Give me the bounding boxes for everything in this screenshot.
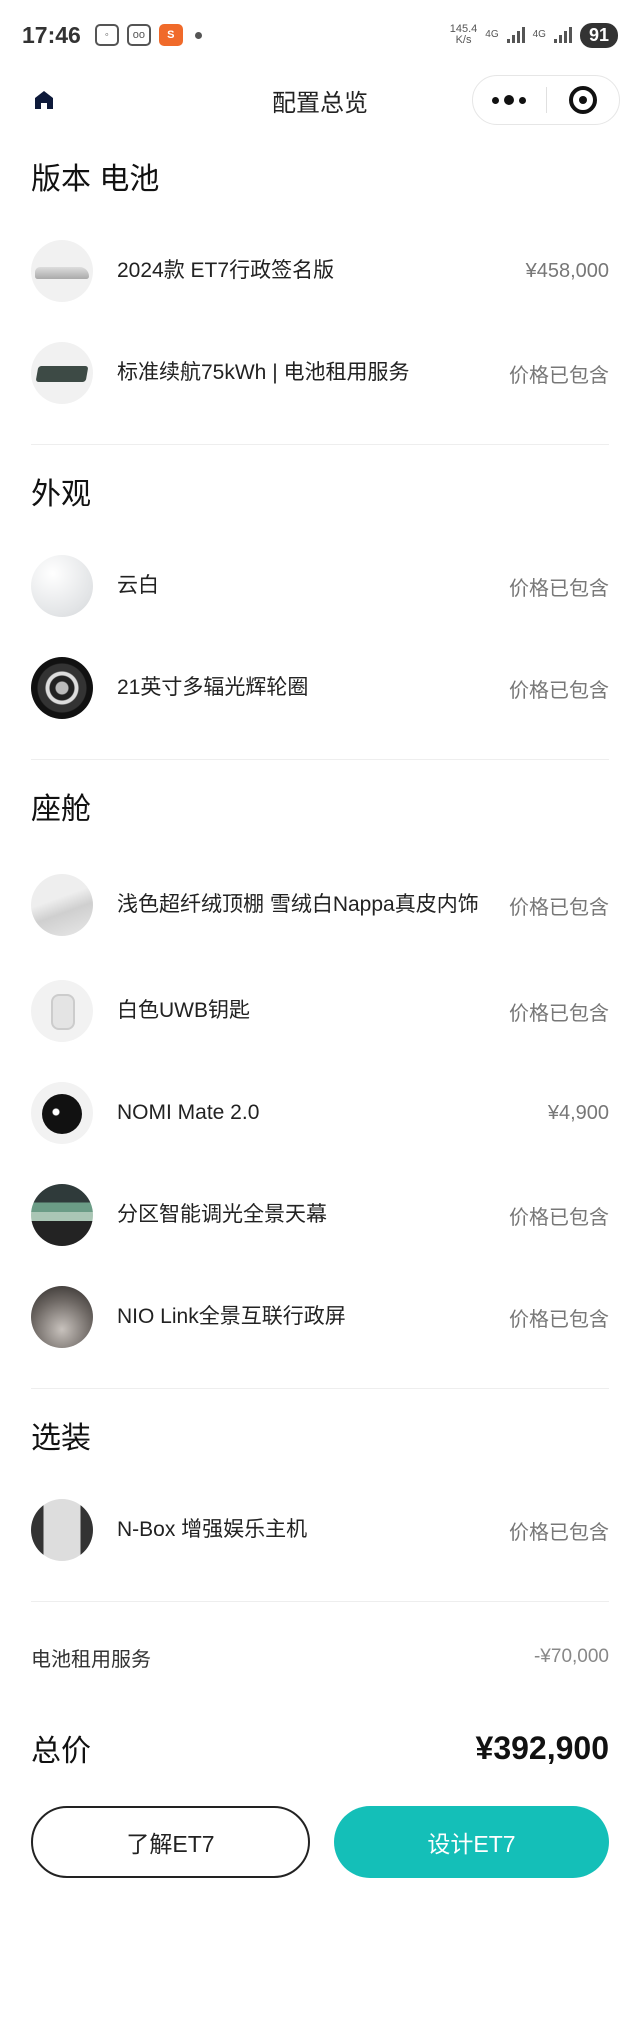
item-name: 21英寸多辐光辉轮圈: [117, 676, 309, 699]
section-title: 版本 电池: [31, 163, 160, 196]
interior-thumbnail: [31, 874, 93, 936]
battery-thumbnail: [31, 342, 93, 404]
section-title: 座舱: [31, 793, 91, 826]
section-version-battery: 版本 电池 2024款 ET7行政签名版 ¥458,000 标准续航75kWh …: [31, 130, 609, 445]
item-price: 价格已包含: [509, 896, 609, 919]
item-name: 分区智能调光全景天幕: [117, 1203, 327, 1226]
mini-program-capsule: [472, 75, 620, 125]
status-notification-icons: ◦ oo S: [94, 24, 202, 46]
rental-value: -¥70,000: [533, 1646, 609, 1667]
item-price: 价格已包含: [509, 1521, 609, 1544]
item-price: 价格已包含: [509, 364, 609, 387]
item-price: 价格已包含: [509, 679, 609, 702]
wheel-thumbnail: [31, 657, 93, 719]
item-name: 白色UWB钥匙: [117, 999, 250, 1022]
nbox-thumbnail: [31, 1499, 93, 1561]
item-price: 价格已包含: [509, 1308, 609, 1331]
scan-icon: ◦: [94, 24, 119, 46]
close-capsule-icon: [568, 86, 597, 114]
car-thumbnail: [31, 240, 93, 302]
list-item: NOMI Mate 2.0 ¥4,900: [31, 1062, 609, 1164]
status-time: 17:46: [22, 21, 81, 48]
status-right-group: 145.4 K/s 4G 4G 91: [449, 22, 618, 48]
item-name: NIO Link全景互联行政屏: [117, 1305, 346, 1328]
signal-bars-icon-2: [553, 27, 572, 43]
section-title: 选装: [31, 1422, 91, 1455]
more-menu-button[interactable]: [473, 76, 546, 124]
item-price: ¥458,000: [525, 259, 609, 282]
total-value: ¥392,900: [475, 1729, 609, 1766]
total-label: 总价: [31, 1735, 91, 1768]
voicemail-icon: oo: [126, 24, 151, 46]
list-item: 云白 价格已包含: [31, 535, 609, 637]
item-price: ¥4,900: [547, 1101, 609, 1124]
more-notifications-dot-icon: [194, 31, 202, 39]
config-overview: 版本 电池 2024款 ET7行政签名版 ¥458,000 标准续航75kWh …: [0, 130, 640, 1794]
list-item: 标准续航75kWh | 电池租用服务 价格已包含: [31, 322, 609, 424]
item-name: N-Box 增强娱乐主机: [117, 1518, 308, 1541]
close-button[interactable]: [547, 76, 620, 124]
item-price: 价格已包含: [509, 1002, 609, 1025]
home-button[interactable]: [30, 86, 58, 114]
app-notification-icon: S: [158, 24, 183, 46]
design-et7-button[interactable]: 设计ET7: [334, 1806, 609, 1878]
section-cabin: 座舱 浅色超纤绒顶棚 雪绒白Nappa真皮内饰 价格已包含 白色UWB钥匙 价格…: [31, 760, 609, 1389]
total-price-row: 总价 ¥392,900: [31, 1702, 609, 1794]
list-item: 浅色超纤绒顶棚 雪绒白Nappa真皮内饰 价格已包含: [31, 850, 609, 960]
item-price: 价格已包含: [509, 1206, 609, 1229]
rental-label: 电池租用服务: [31, 1648, 151, 1671]
network-speed: 145.4 K/s: [449, 23, 478, 46]
list-item: 分区智能调光全景天幕 价格已包含: [31, 1164, 609, 1266]
list-item: NIO Link全景互联行政屏 价格已包含: [31, 1266, 609, 1368]
item-name: 浅色超纤绒顶棚 雪绒白Nappa真皮内饰: [117, 893, 479, 916]
network-type-2: 4G: [532, 29, 546, 40]
status-bar: 17:46 ◦ oo S 145.4 K/s 4G 4G 91: [0, 0, 640, 70]
list-item: 白色UWB钥匙 价格已包含: [31, 960, 609, 1062]
section-title: 外观: [31, 478, 91, 511]
nav-bar: 配置总览: [0, 70, 640, 130]
signal-bars-icon: [506, 27, 525, 43]
list-item: 21英寸多辐光辉轮圈 价格已包含: [31, 637, 609, 739]
nomi-thumbnail: [31, 1082, 93, 1144]
item-price: 价格已包含: [509, 577, 609, 600]
more-dots-icon: [492, 96, 500, 104]
item-name: 2024款 ET7行政签名版: [117, 259, 335, 282]
white-paint-thumbnail: [31, 555, 93, 617]
item-name: 标准续航75kWh | 电池租用服务: [117, 361, 410, 384]
item-name: NOMI Mate 2.0: [117, 1101, 260, 1124]
item-name: 云白: [117, 574, 159, 597]
key-thumbnail: [31, 980, 93, 1042]
learn-et7-button[interactable]: 了解ET7: [31, 1806, 310, 1878]
network-type-1: 4G: [485, 29, 499, 40]
list-item: 2024款 ET7行政签名版 ¥458,000: [31, 220, 609, 322]
battery-level: 91: [579, 22, 618, 48]
section-options: 选装 N-Box 增强娱乐主机 价格已包含: [31, 1389, 609, 1602]
section-exterior: 外观 云白 价格已包含 21英寸多辐光辉轮圈 价格已包含: [31, 445, 609, 760]
home-icon: [35, 91, 53, 109]
screen-thumbnail: [31, 1286, 93, 1348]
list-item: N-Box 增强娱乐主机 价格已包含: [31, 1479, 609, 1581]
bottom-action-bar: 了解ET7 设计ET7: [0, 1806, 640, 1878]
sky-roof-thumbnail: [31, 1184, 93, 1246]
battery-rental-row: 电池租用服务 -¥70,000: [31, 1602, 609, 1702]
